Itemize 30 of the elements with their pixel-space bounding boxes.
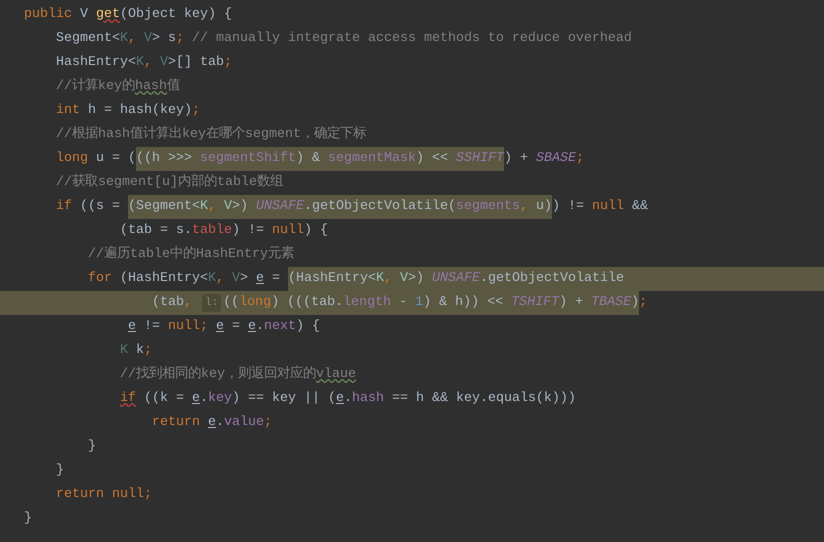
code-line: } — [55, 462, 64, 480]
code-line: HashEntry<K, V>[] tab; — [55, 54, 232, 72]
code-line: (Segment<K, V>) UNSAFE.getObjectVolatile(segments, u) — [128, 198, 552, 216]
code-line: if ((s = — [55, 198, 121, 216]
code-line: K k; — [118, 342, 152, 360]
code-line: for (HashEntry<K, V> e = — [87, 270, 281, 288]
code-line: //根据hash值计算出key在哪个segment，确定下标 — [55, 124, 366, 144]
code-line: //获取segment[u]内部的table数组 — [55, 172, 283, 192]
code-line: ((long) (((tab.length - 1) & h)) << TSHIFT) + TBASE) — [223, 294, 640, 312]
inlay-hint[interactable]: l: — [202, 294, 222, 312]
code-line: e != null; e = e.next) { — [126, 318, 320, 336]
code-line: long u = ( — [55, 150, 136, 168]
code-line: (HashEntry<K, V>) UNSAFE.getObjectVolatile — [288, 270, 624, 288]
code-line: ((h >>> segmentShift) & segmentMask) << SSHIFT — [136, 150, 504, 168]
code-line: //计算key的hash值 — [55, 76, 180, 96]
code-line: ; — [639, 294, 648, 312]
code-line: if ((k = e.key) == key || (e.hash == h && key.equals(k))) — [118, 390, 576, 408]
code-line: return e.value; — [150, 414, 272, 432]
code-line: (tab = s.table) != null) { — [118, 222, 328, 240]
code-line: } — [87, 438, 96, 456]
code-line: } — [24, 510, 32, 528]
code-line: ) != null && — [552, 198, 648, 216]
code-line: ) + SBASE; — [504, 150, 584, 168]
code-line: public V get(Object key) { — [24, 6, 232, 24]
code-line: //遍历table中的HashEntry元素 — [87, 244, 294, 264]
code-line: //找到相同的key，则返回对应的vlaue — [118, 364, 356, 384]
code-line: Segment<K, V> s; // manually integrate access methods to reduce overhead — [55, 30, 632, 48]
code-line: (tab, — [150, 294, 193, 312]
code-line: int h = hash(key); — [55, 102, 200, 120]
code-line: return null; — [55, 486, 152, 504]
